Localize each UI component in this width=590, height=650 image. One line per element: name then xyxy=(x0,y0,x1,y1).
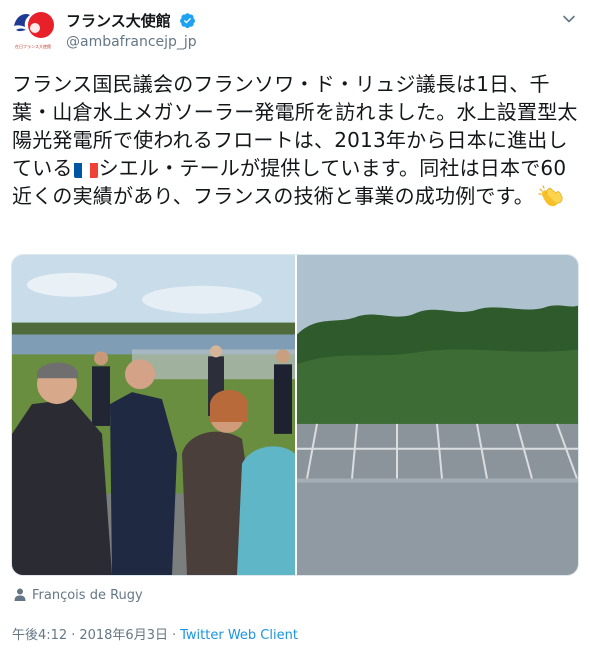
avatar-caption: 在日フランス大使館 xyxy=(15,44,51,49)
solar-panels-on-water-photo-icon xyxy=(297,255,578,575)
handle[interactable]: @ambafrancejp_jp xyxy=(66,33,197,51)
meta-separator: · xyxy=(171,628,177,643)
clapping-hands-icon xyxy=(538,185,563,207)
tweet-text: フランス国民議会のフランソワ・ド・リュジ議長は1日、千葉・山倉水上メガソーラー発… xyxy=(12,70,580,210)
tagged-user-name[interactable]: François de Rugy xyxy=(32,588,143,603)
tweet-header: 在日フランス大使館 フランス大使館 @ambafrancejp_jp xyxy=(0,0,590,60)
avatar[interactable]: 在日フランス大使館 xyxy=(8,6,58,52)
france-flag-icon xyxy=(73,160,98,178)
person-icon xyxy=(14,588,26,601)
photo-floating-solar-plant[interactable] xyxy=(297,255,578,575)
photo-delegation-visit[interactable] xyxy=(12,255,295,575)
chevron-down-icon[interactable] xyxy=(562,12,576,26)
meta-separator: · xyxy=(71,628,76,643)
tweet-date[interactable]: 2018年6月3日 xyxy=(79,628,168,643)
source-link[interactable]: Twitter Web Client xyxy=(180,628,298,643)
media-grid xyxy=(11,254,579,576)
tagged-users[interactable]: François de Rugy xyxy=(14,588,143,604)
display-name[interactable]: フランス大使館 xyxy=(66,11,171,31)
tweet-time[interactable]: 午後4:12 xyxy=(12,628,67,643)
account-names: フランス大使館 @ambafrancejp_jp xyxy=(66,10,197,51)
verified-badge-icon xyxy=(179,13,195,29)
tweet: 在日フランス大使館 フランス大使館 @ambafrancejp_jp フランス国… xyxy=(0,0,590,650)
group-of-people-photo-icon xyxy=(12,255,295,575)
tweet-meta: 午後4:12 · 2018年6月3日 · Twitter Web Client xyxy=(12,628,298,644)
